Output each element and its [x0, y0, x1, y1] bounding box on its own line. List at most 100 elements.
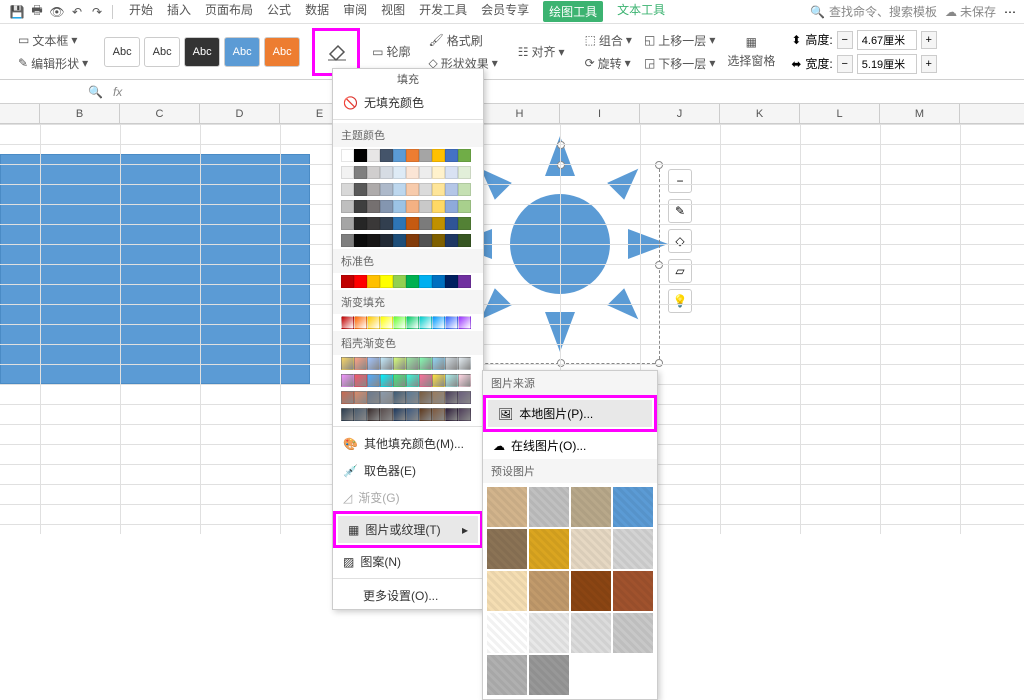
color-swatch[interactable] [367, 217, 380, 230]
gradient-item[interactable]: ◿渐变(G) [333, 484, 483, 511]
edit-shape-button[interactable]: ✎编辑形状▾ [14, 53, 92, 74]
color-swatch[interactable] [354, 275, 367, 288]
gradient-swatch[interactable] [445, 316, 458, 329]
tab-text-tools[interactable]: 文本工具 [617, 1, 665, 22]
color-swatch[interactable] [380, 183, 393, 196]
width-input[interactable] [857, 54, 917, 74]
color-swatch[interactable] [419, 275, 432, 288]
preset-gradient-swatch[interactable] [458, 408, 471, 421]
color-swatch[interactable] [380, 217, 393, 230]
color-swatch[interactable] [367, 149, 380, 162]
save-icon[interactable]: 💾 [8, 3, 26, 21]
preset-gradient-swatch[interactable] [380, 408, 393, 421]
color-swatch[interactable] [458, 217, 471, 230]
color-swatch[interactable] [445, 275, 458, 288]
color-swatch[interactable] [458, 275, 471, 288]
preset-gradient-swatch[interactable] [393, 408, 406, 421]
color-swatch[interactable] [419, 200, 432, 213]
style-preset-5[interactable]: Abc [264, 37, 300, 67]
resize-handle[interactable] [557, 161, 565, 169]
color-swatch[interactable] [419, 149, 432, 162]
width-minus[interactable]: − [837, 55, 853, 73]
gradient-swatch[interactable] [354, 316, 367, 329]
texture-preset[interactable] [571, 529, 611, 569]
gradient-swatch[interactable] [393, 316, 406, 329]
color-swatch[interactable] [419, 234, 432, 247]
color-swatch[interactable] [393, 149, 406, 162]
color-swatch[interactable] [354, 149, 367, 162]
format-painter-button[interactable]: 🖌格式刷 [424, 30, 501, 51]
color-swatch[interactable] [341, 234, 354, 247]
preset-gradient-swatch[interactable] [445, 374, 458, 387]
color-swatch[interactable] [406, 234, 419, 247]
preset-gradient-swatch[interactable] [380, 357, 393, 370]
color-swatch[interactable] [393, 183, 406, 196]
texture-preset[interactable] [487, 613, 527, 653]
color-swatch[interactable] [445, 149, 458, 162]
preset-gradient-swatch[interactable] [367, 391, 380, 404]
blue-rectangle-shape[interactable] [0, 154, 310, 384]
texture-preset[interactable] [529, 571, 569, 611]
texture-preset[interactable] [613, 529, 653, 569]
online-image-item[interactable]: ☁在线图片(O)... [483, 432, 657, 459]
column-header[interactable]: H [480, 104, 560, 123]
preset-gradient-swatch[interactable] [341, 391, 354, 404]
preset-gradient-swatch[interactable] [445, 408, 458, 421]
float-collapse[interactable]: − [668, 169, 692, 193]
more-settings-item[interactable]: 更多设置(O)... [333, 582, 483, 609]
gradient-swatch[interactable] [406, 316, 419, 329]
color-swatch[interactable] [406, 149, 419, 162]
width-plus[interactable]: + [921, 55, 937, 73]
no-fill-item[interactable]: 🚫无填充颜色 [333, 89, 483, 116]
color-swatch[interactable] [367, 275, 380, 288]
preset-gradient-swatch[interactable] [419, 374, 432, 387]
color-swatch[interactable] [458, 200, 471, 213]
color-swatch[interactable] [419, 166, 432, 179]
texture-preset[interactable] [613, 487, 653, 527]
gradient-swatch[interactable] [458, 316, 471, 329]
preset-gradient-swatch[interactable] [393, 391, 406, 404]
preset-gradient-swatch[interactable] [432, 408, 445, 421]
preset-gradient-swatch[interactable] [380, 374, 393, 387]
color-swatch[interactable] [432, 234, 445, 247]
preset-gradient-swatch[interactable] [458, 391, 471, 404]
bring-forward-button[interactable]: ◱上移一层▾ [640, 30, 719, 51]
resize-handle[interactable] [557, 359, 565, 367]
preset-gradient-swatch[interactable] [367, 357, 380, 370]
tab-start[interactable]: 开始 [129, 1, 153, 22]
color-swatch[interactable] [393, 200, 406, 213]
color-swatch[interactable] [432, 217, 445, 230]
preset-gradient-swatch[interactable] [432, 357, 445, 370]
color-swatch[interactable] [380, 149, 393, 162]
texture-preset[interactable] [571, 613, 611, 653]
gradient-swatch[interactable] [341, 316, 354, 329]
preset-gradient-swatch[interactable] [432, 374, 445, 387]
texture-preset[interactable] [529, 613, 569, 653]
color-swatch[interactable] [432, 183, 445, 196]
preset-gradient-swatch[interactable] [419, 391, 432, 404]
preset-gradient-swatch[interactable] [354, 357, 367, 370]
height-plus[interactable]: + [921, 31, 937, 49]
height-minus[interactable]: − [837, 31, 853, 49]
preset-gradient-swatch[interactable] [445, 357, 458, 370]
color-swatch[interactable] [445, 183, 458, 196]
color-swatch[interactable] [341, 217, 354, 230]
texture-preset[interactable] [571, 571, 611, 611]
color-swatch[interactable] [458, 166, 471, 179]
preset-gradient-swatch[interactable] [406, 408, 419, 421]
color-swatch[interactable] [380, 234, 393, 247]
color-swatch[interactable] [458, 149, 471, 162]
preset-gradient-swatch[interactable] [354, 391, 367, 404]
preset-gradient-swatch[interactable] [419, 357, 432, 370]
resize-handle[interactable] [655, 261, 663, 269]
preset-gradient-swatch[interactable] [354, 374, 367, 387]
undo-icon[interactable]: ↶ [68, 3, 86, 21]
preset-gradient-swatch[interactable] [432, 391, 445, 404]
color-swatch[interactable] [419, 217, 432, 230]
color-swatch[interactable] [354, 166, 367, 179]
gradient-swatch[interactable] [419, 316, 432, 329]
color-swatch[interactable] [354, 217, 367, 230]
texture-preset[interactable] [571, 487, 611, 527]
column-header[interactable] [0, 104, 40, 123]
tab-view[interactable]: 视图 [381, 1, 405, 22]
